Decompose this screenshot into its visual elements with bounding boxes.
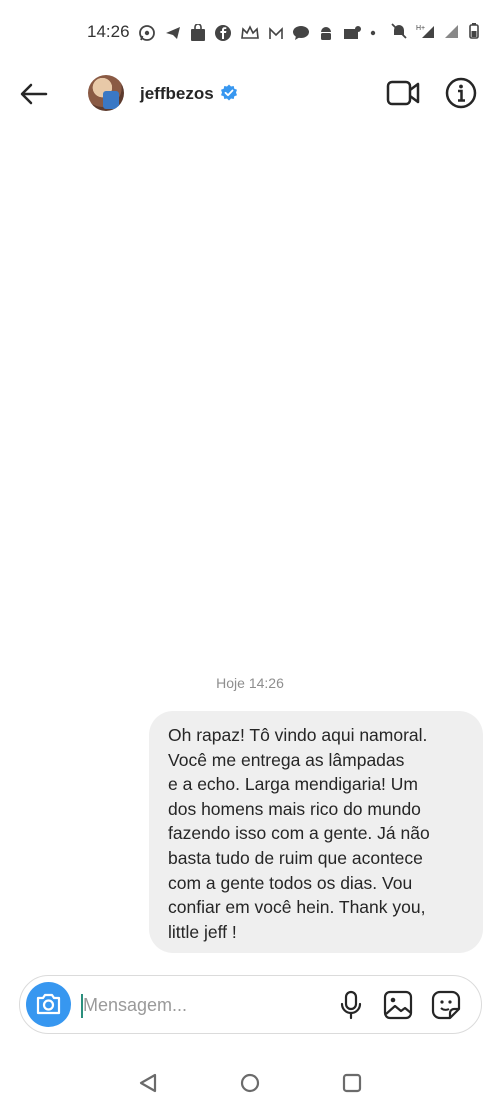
system-icons: H+ [390, 22, 480, 40]
signal-icon [445, 25, 458, 38]
home-circle-icon[interactable] [238, 1071, 262, 1095]
message-input[interactable]: Mensagem... [83, 995, 187, 1016]
recents-square-icon[interactable] [340, 1071, 364, 1095]
message-bubble[interactable]: Oh rapaz! Tô vindo aqui namoral. Você me… [149, 711, 483, 953]
whatsapp-icon [139, 25, 155, 41]
video-call-icon[interactable] [386, 78, 420, 108]
message-composer[interactable]: Mensagem... [19, 975, 482, 1034]
battery-icon [469, 23, 479, 39]
microphone-icon[interactable] [337, 990, 365, 1020]
svg-text:H+: H+ [416, 25, 425, 32]
mail-icon [344, 26, 361, 39]
camera-button[interactable] [26, 982, 71, 1027]
chat-icon [293, 26, 309, 40]
status-bar: 14:26 H+ [0, 0, 500, 64]
sticker-icon[interactable] [431, 990, 461, 1020]
message-line: little jeff ! [168, 921, 237, 942]
system-nav-bar [0, 1055, 500, 1111]
notification-icons [138, 24, 376, 42]
message-line: com a gente todos os dias. Vou [168, 872, 413, 893]
message-line: fazendo isso com a gente. Já não [168, 823, 430, 844]
back-triangle-icon[interactable] [136, 1071, 160, 1095]
telegram-icon [166, 27, 180, 39]
hd-signal-icon: H+ [416, 25, 434, 38]
message-line: confiar em você hein. Thank you, [168, 897, 426, 918]
crown-icon [241, 25, 259, 39]
shopping-bag-icon [191, 24, 205, 41]
android-icon [321, 27, 331, 40]
message-line: basta tudo de ruim que acontece [168, 847, 423, 868]
username[interactable]: jeffbezos [140, 84, 214, 104]
chat-header: jeffbezos [0, 64, 500, 124]
gallery-icon[interactable] [383, 990, 413, 1020]
gmail-icon [269, 27, 283, 39]
camera-icon [36, 993, 61, 1015]
dot-icon [370, 30, 376, 36]
message-line: Você me entrega as lâmpadas [168, 749, 405, 770]
verified-badge-icon [221, 84, 237, 101]
avatar[interactable] [88, 75, 124, 111]
message-timestamp: Hoje 14:26 [216, 675, 284, 691]
status-time: 14:26 [87, 22, 130, 41]
back-arrow-icon[interactable] [18, 78, 50, 110]
message-line: e a echo. Larga mendigaria! Um [168, 774, 418, 795]
message-line: Oh rapaz! Tô vindo aqui namoral. [168, 725, 428, 745]
mute-icon [391, 23, 407, 39]
facebook-icon [215, 25, 231, 41]
info-icon[interactable] [444, 76, 478, 110]
message-line: dos homens mais rico do mundo [168, 798, 421, 819]
